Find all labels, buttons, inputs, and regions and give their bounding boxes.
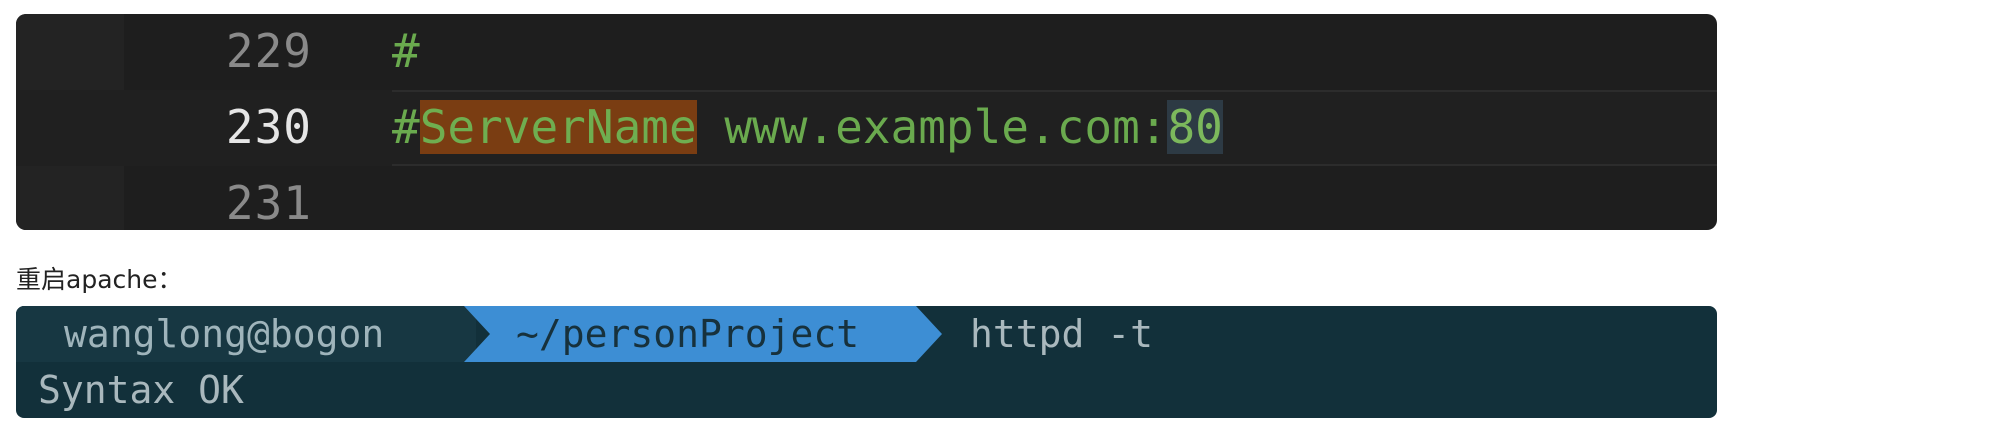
server-host: www.example.com: bbox=[696, 100, 1168, 154]
prompt-cwd: ~/personProject bbox=[464, 306, 942, 362]
terminal-screenshot: wanglong@bogon ~/personProject httpd -t … bbox=[16, 306, 1717, 418]
line-number: 231 bbox=[225, 176, 312, 230]
prompt-user-host: wanglong@bogon bbox=[16, 306, 476, 362]
code-editor-screenshot: 229 # 230 #ServerName www.example.com:80… bbox=[16, 14, 1717, 230]
code-text: # bbox=[392, 24, 420, 78]
prompt-line: wanglong@bogon ~/personProject httpd -t bbox=[16, 306, 1717, 362]
editor-line: 229 # bbox=[16, 14, 1717, 90]
line-number: 230 bbox=[225, 100, 312, 154]
editor-line-current: 230 #ServerName www.example.com:80 bbox=[16, 90, 1717, 166]
search-match-servername: ServerName bbox=[419, 100, 697, 154]
restart-apache-caption: 重启apache： bbox=[16, 265, 183, 294]
page: 229 # 230 #ServerName www.example.com:80… bbox=[0, 0, 2014, 422]
editor-line: 231 bbox=[16, 166, 1717, 230]
comment-hash: # bbox=[392, 100, 420, 154]
terminal-output: Syntax OK bbox=[38, 368, 244, 412]
line-number: 229 bbox=[225, 24, 312, 78]
code-text: #ServerName www.example.com:80 bbox=[392, 100, 1223, 154]
terminal-command: httpd -t bbox=[970, 312, 1154, 356]
server-port: 80 bbox=[1167, 100, 1223, 154]
